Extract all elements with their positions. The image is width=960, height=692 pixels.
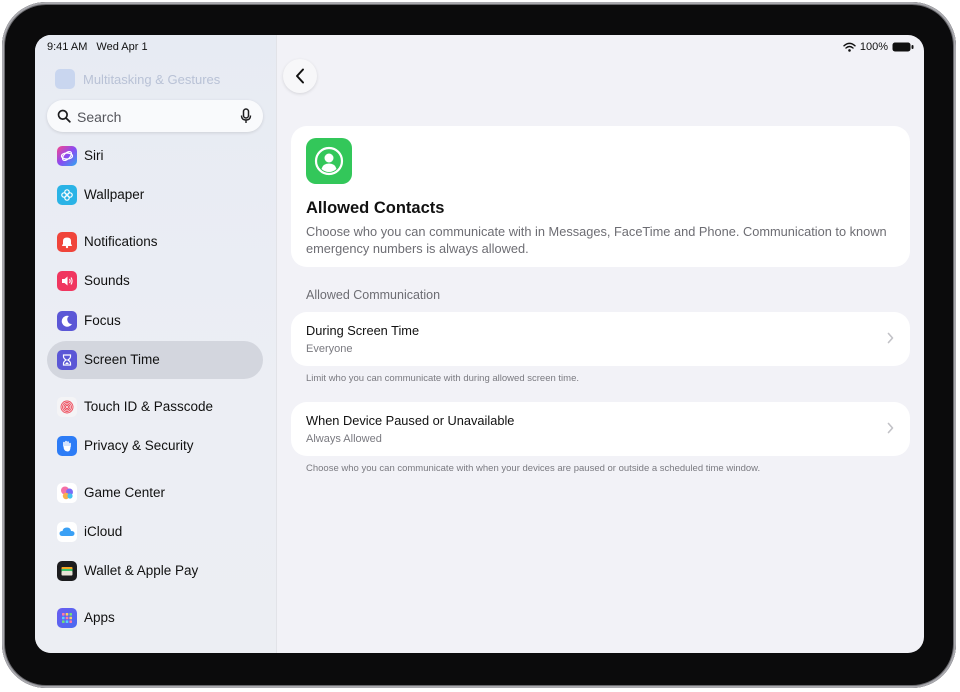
screen: 9:41 AM Wed Apr 1 Multitasking & Gesture… (35, 35, 924, 653)
sounds-icon (57, 271, 77, 291)
sidebar-item-wallet[interactable]: Wallet & Apple Pay (47, 552, 263, 590)
sidebar-item-label: Game Center (84, 485, 166, 500)
sidebar-item-label: Privacy & Security (84, 438, 194, 453)
sidebar-item-screen-time[interactable]: Screen Time (47, 341, 263, 379)
sidebar: 9:41 AM Wed Apr 1 Multitasking & Gesture… (35, 35, 277, 653)
status-time: 9:41 AM (47, 41, 88, 53)
sidebar-item-label: Touch ID & Passcode (84, 399, 214, 414)
battery-percent: 100% (859, 41, 888, 53)
siri-icon (57, 146, 77, 166)
sidebar-item-siri[interactable]: Siri (47, 137, 263, 175)
contact-icon (306, 138, 352, 184)
icloud-icon (57, 522, 77, 542)
multitasking-icon (55, 69, 75, 89)
search-icon (57, 109, 71, 123)
focus-icon (57, 311, 77, 331)
sidebar-item-apps[interactable]: Apps (47, 599, 263, 637)
search-field[interactable] (47, 100, 263, 132)
page-description: Choose who you can communicate with in M… (306, 224, 887, 256)
hand-icon (57, 436, 77, 456)
sidebar-item-notifications[interactable]: Notifications (47, 223, 263, 261)
search-input[interactable] (75, 106, 229, 128)
back-button[interactable] (283, 59, 317, 93)
apps-icon (57, 608, 77, 628)
row-value: Always Allowed (306, 433, 382, 445)
chevron-right-icon (887, 422, 894, 434)
status-bar-left: 9:41 AM Wed Apr 1 (47, 41, 154, 53)
notifications-icon (57, 232, 77, 252)
row-value: Everyone (306, 343, 353, 355)
sidebar-item-label: iCloud (84, 524, 123, 539)
sidebar-item-touch-id[interactable]: Touch ID & Passcode (47, 388, 263, 426)
battery-icon (892, 42, 914, 52)
wallpaper-icon (57, 185, 77, 205)
row-footer: Limit who you can communicate with durin… (306, 373, 579, 384)
status-date: Wed Apr 1 (96, 41, 148, 53)
sidebar-item-label: Sounds (84, 273, 130, 288)
sidebar-item-label: Wallet & Apple Pay (84, 563, 199, 578)
sidebar-item-icloud[interactable]: iCloud (47, 513, 263, 551)
row-device-paused[interactable]: When Device Paused or Unavailable Always… (291, 402, 910, 456)
row-footer: Choose who you can communicate with when… (306, 463, 761, 474)
sidebar-item-label: Apps (84, 610, 115, 625)
section-header: Allowed Communication (306, 288, 441, 302)
game-center-icon (57, 483, 77, 503)
fingerprint-icon (57, 397, 77, 417)
sidebar-item-focus[interactable]: Focus (47, 302, 263, 340)
sidebar-item-label: Screen Time (84, 352, 160, 367)
sidebar-item-sounds[interactable]: Sounds (47, 262, 263, 300)
chevron-left-icon (296, 68, 304, 84)
wallet-icon (57, 561, 77, 581)
wifi-icon (843, 42, 856, 52)
status-bar-right: 100% (843, 41, 914, 53)
row-title: When Device Paused or Unavailable (306, 413, 515, 428)
sidebar-item-label: Wallpaper (84, 187, 145, 202)
sidebar-item-label: Multitasking & Gestures (83, 71, 221, 87)
microphone-icon[interactable] (240, 108, 252, 124)
allowed-contacts-header-card: Allowed Contacts Choose who you can comm… (291, 126, 910, 267)
sidebar-item-label: Siri (84, 148, 104, 163)
page-title: Allowed Contacts (306, 199, 445, 217)
sidebar-item-game-center[interactable]: Game Center (47, 474, 263, 512)
screen-time-icon (57, 350, 77, 370)
sidebar-item-label: Notifications (84, 234, 158, 249)
sidebar-item-privacy[interactable]: Privacy & Security (47, 427, 263, 465)
sidebar-item-label: Focus (84, 313, 121, 328)
row-title: During Screen Time (306, 323, 420, 338)
sidebar-item-multitasking[interactable]: Multitasking & Gestures (55, 69, 220, 89)
chevron-right-icon (887, 332, 894, 344)
row-during-screen-time[interactable]: During Screen Time Everyone (291, 312, 910, 366)
sidebar-item-wallpaper[interactable]: Wallpaper (47, 176, 263, 214)
